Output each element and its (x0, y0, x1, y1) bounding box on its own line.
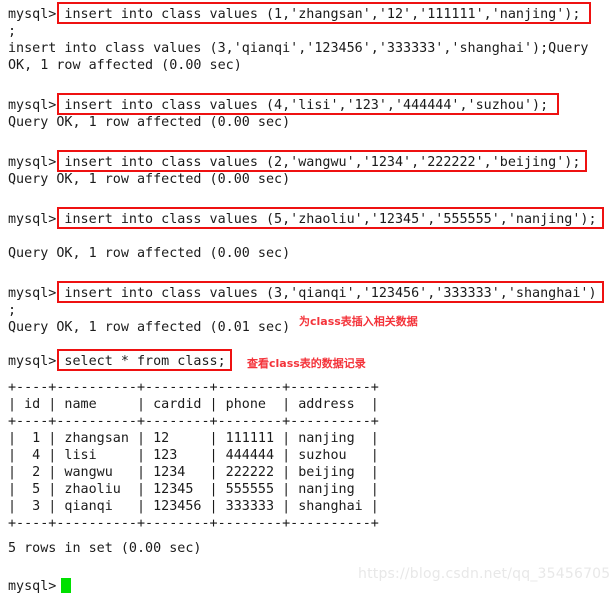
table-row: | 4 | lisi | 123 | 444444 | suzhou | (8, 448, 379, 463)
annotation-select-note: 查看class表的数据记录 (247, 357, 366, 370)
terminal-line-insert-qianqi[interactable]: mysql> insert into class values (3,'qian… (8, 285, 597, 302)
table-row: | 2 | wangwu | 1234 | 222222 | beijing | (8, 465, 379, 480)
terminal-line-insert-wangwu[interactable]: mysql> insert into class values (2,'wang… (8, 154, 580, 171)
result-table-header-separator: +----+----------+--------+--------+-----… (8, 414, 379, 429)
terminal-line-query-ok-1: OK, 1 row affected (0.00 sec) (8, 58, 242, 73)
terminal-prompt-active[interactable]: mysql> (8, 578, 56, 595)
table-row: | 1 | zhangsan | 12 | 111111 | nanjing | (8, 431, 379, 446)
terminal-line-query-ok-5: Query OK, 1 row affected (0.01 sec) (8, 320, 291, 335)
terminal-line-insert-zhaoliu[interactable]: mysql> insert into class values (5,'zhao… (8, 211, 597, 228)
result-table-bottom-border: +----+----------+--------+--------+-----… (8, 516, 379, 531)
table-row: | 3 | qianqi | 123456 | 333333 | shangha… (8, 499, 379, 514)
result-table-header-row: | id | name | cardid | phone | address | (8, 397, 379, 412)
terminal-line-insert-lisi[interactable]: mysql> insert into class values (4,'lisi… (8, 97, 548, 114)
annotation-insert-note: 为class表插入相关数据 (299, 315, 418, 328)
terminal-line-query-ok-4: Query OK, 1 row affected (0.00 sec) (8, 246, 291, 261)
table-row: | 5 | zhaoliu | 12345 | 555555 | nanjing… (8, 482, 379, 497)
terminal-line-query-ok-3: Query OK, 1 row affected (0.00 sec) (8, 172, 291, 187)
csdn-watermark: https://blog.csdn.net/qq_35456705 (358, 566, 611, 582)
terminal-screen: ' ' mysql> insert into class values (1,'… (0, 0, 611, 601)
text-cursor (61, 578, 71, 593)
terminal-line-insert-zhangsan[interactable]: mysql> insert into class values (1,'zhan… (8, 6, 580, 23)
terminal-output[interactable]: ' ' mysql> insert into class values (1,'… (0, 0, 611, 601)
result-table-top-border: +----+----------+--------+--------+-----… (8, 380, 379, 395)
result-row-count: 5 rows in set (0.00 sec) (8, 541, 202, 556)
terminal-line-semicolon-1: ; (8, 24, 17, 39)
terminal-line-select[interactable]: mysql> select * from class; (8, 353, 226, 370)
terminal-line-insert-qianqi-echo: insert into class values (3,'qianqi','12… (8, 41, 589, 56)
terminal-line-query-ok-2: Query OK, 1 row affected (0.00 sec) (8, 115, 291, 130)
terminal-line-semicolon-2: ; (8, 303, 17, 318)
